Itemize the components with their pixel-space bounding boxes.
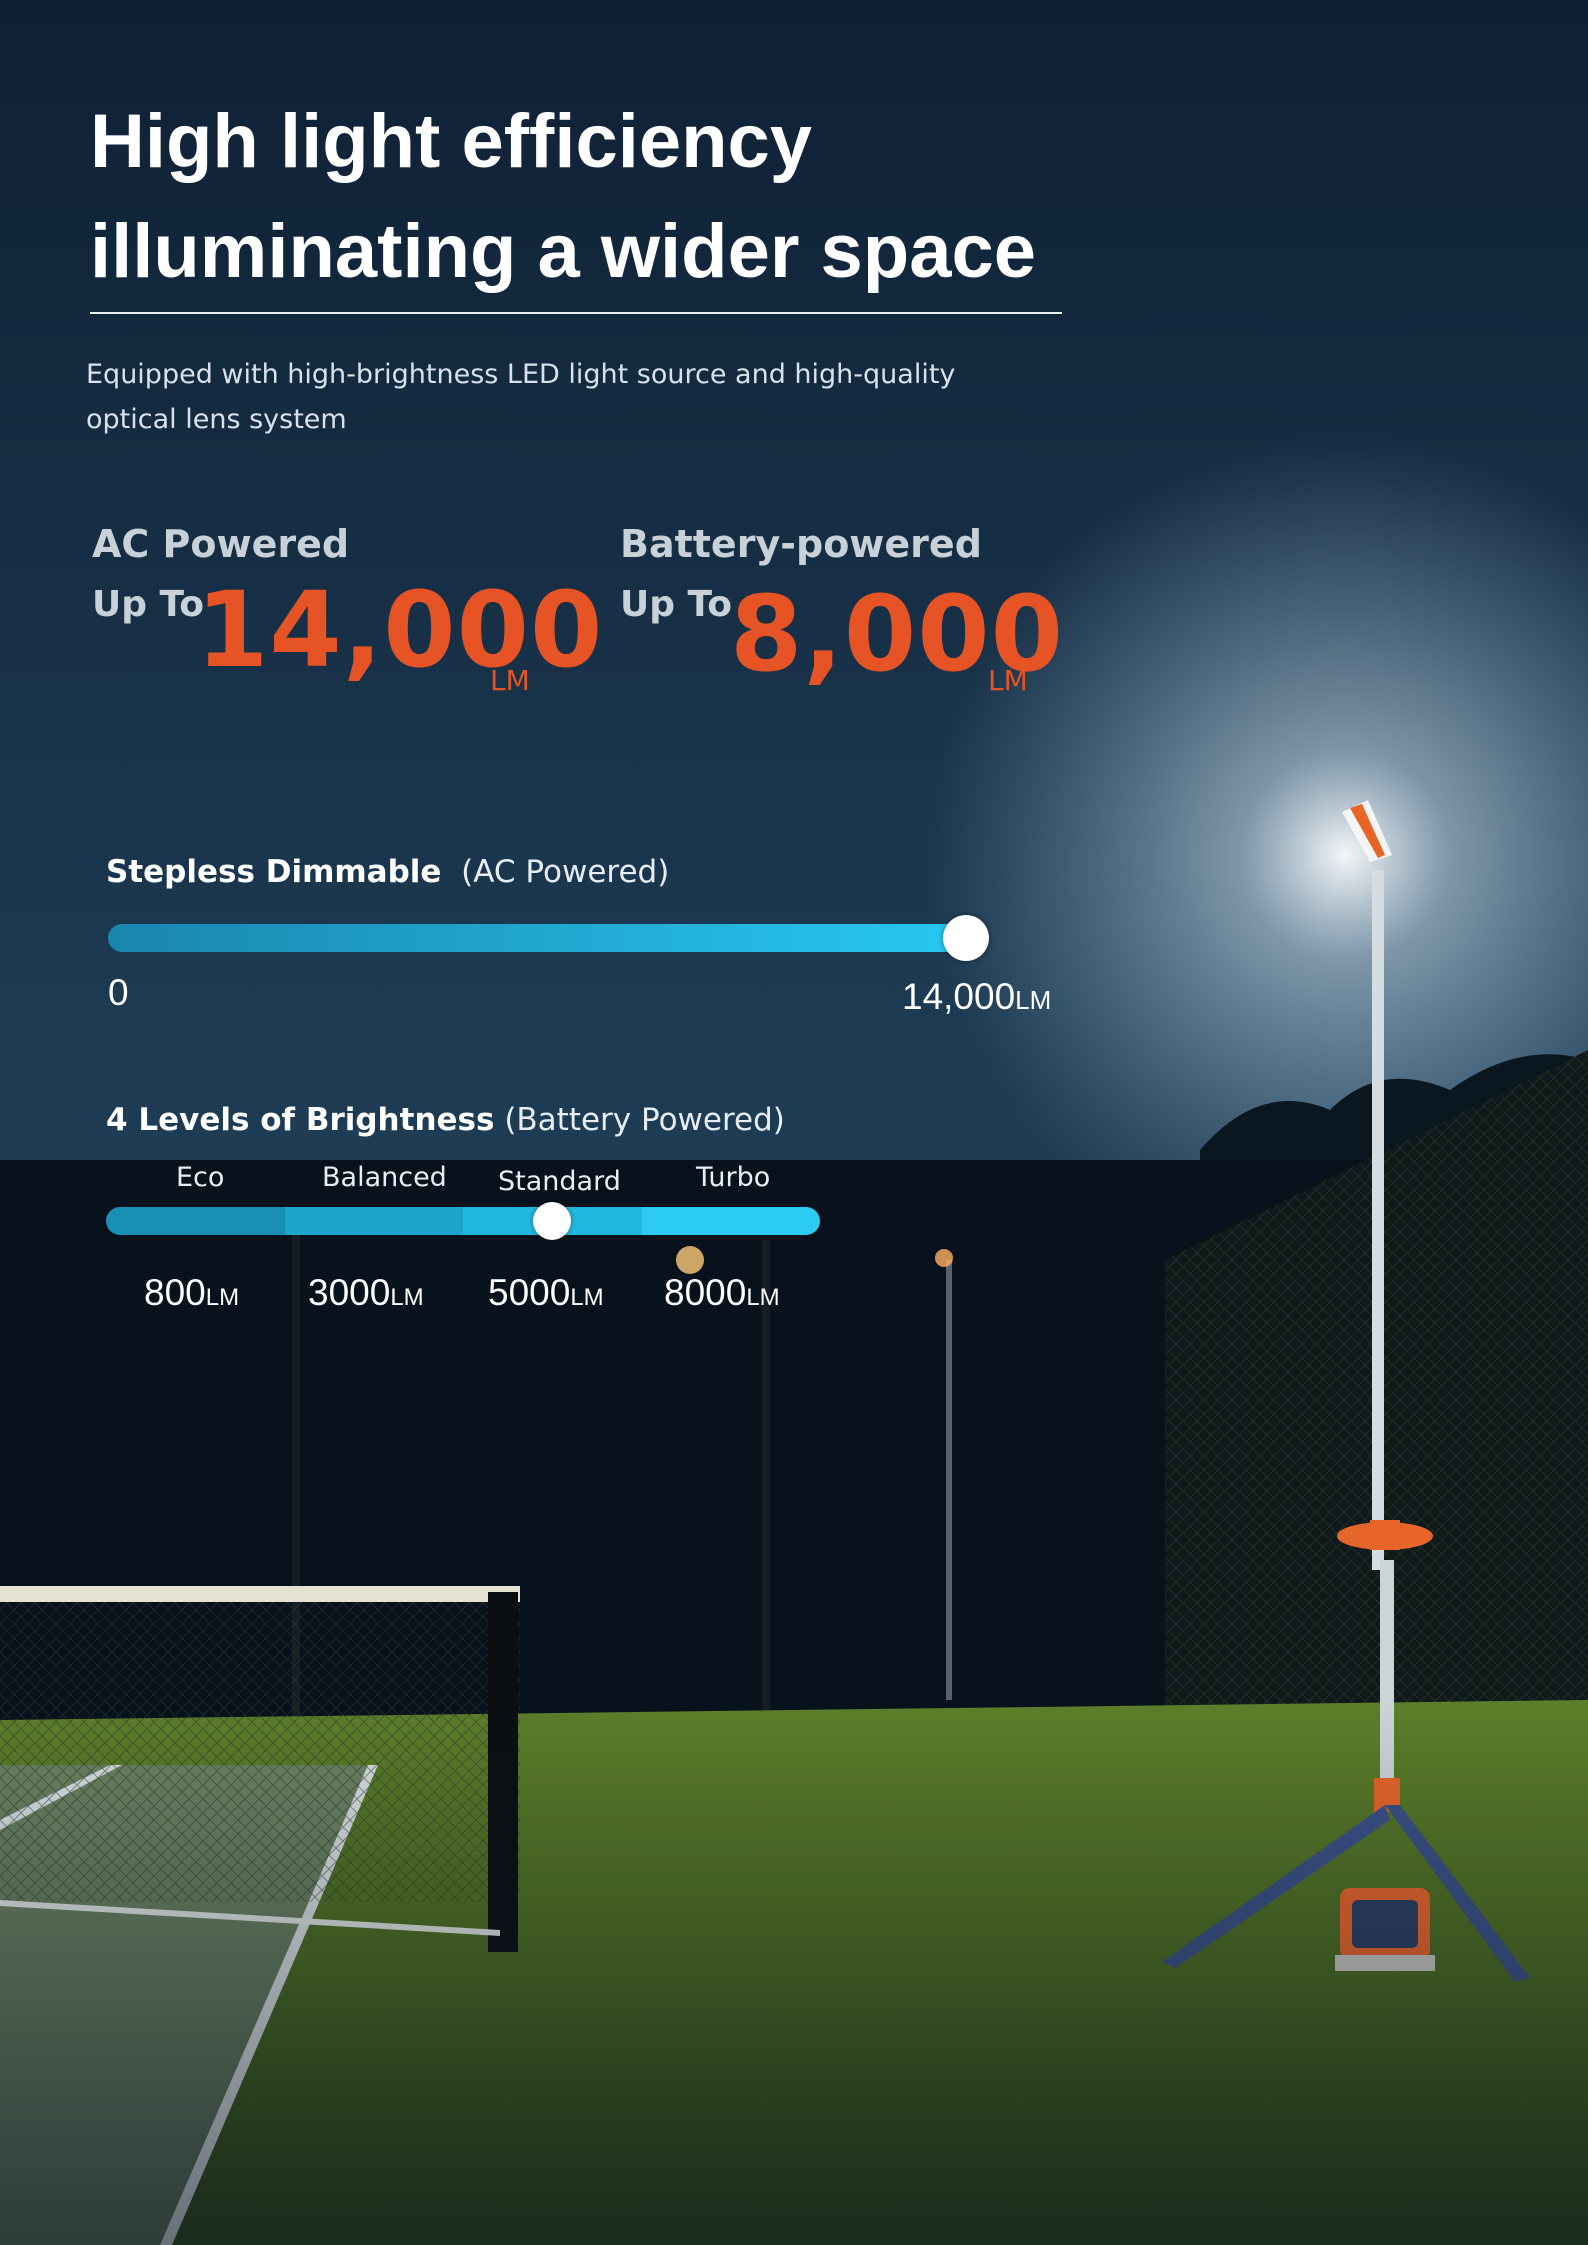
ac-spec-prefix: Up To bbox=[92, 584, 205, 625]
subtitle-line-2: optical lens system bbox=[86, 404, 347, 435]
level-name-eco: Eco bbox=[176, 1162, 225, 1193]
levels-title-note: (Battery Powered) bbox=[504, 1102, 785, 1138]
level-value-turbo-number: 8000 bbox=[664, 1272, 747, 1313]
level-value-standard-number: 5000 bbox=[488, 1272, 571, 1313]
level-value-balanced: 3000LM bbox=[308, 1272, 424, 1314]
headline-line-1: High light efficiency bbox=[90, 99, 813, 184]
ac-spec-label: AC Powered bbox=[92, 522, 350, 566]
stepless-max-unit: LM bbox=[1015, 985, 1052, 1015]
brightness-levels-slider[interactable] bbox=[106, 1207, 820, 1235]
level-value-eco-number: 800 bbox=[144, 1272, 206, 1313]
stepless-title-note: (AC Powered) bbox=[461, 854, 670, 890]
brightness-levels-title: 4 Levels of Brightness (Battery Powered) bbox=[106, 1102, 785, 1138]
level-value-standard-unit: LM bbox=[570, 1284, 604, 1311]
level-segment-balanced[interactable] bbox=[284, 1207, 463, 1235]
level-value-balanced-number: 3000 bbox=[308, 1272, 391, 1313]
battery-spec-label: Battery-powered bbox=[620, 522, 982, 566]
stepless-slider-knob[interactable] bbox=[943, 915, 989, 961]
level-segment-eco[interactable] bbox=[106, 1207, 285, 1235]
ac-spec-unit: LM bbox=[490, 664, 530, 697]
stepless-title-text: Stepless Dimmable bbox=[106, 854, 442, 890]
stepless-dimmable-title: Stepless Dimmable (AC Powered) bbox=[106, 854, 669, 890]
levels-title-text: 4 Levels of Brightness bbox=[106, 1102, 495, 1138]
level-name-balanced: Balanced bbox=[322, 1162, 447, 1193]
level-value-eco: 800LM bbox=[144, 1272, 239, 1314]
level-name-turbo: Turbo bbox=[696, 1162, 771, 1193]
headline-divider bbox=[90, 312, 1062, 314]
stepless-min-label: 0 bbox=[108, 972, 129, 1013]
battery-spec-prefix: Up To bbox=[620, 584, 733, 625]
level-value-turbo-unit: LM bbox=[746, 1284, 780, 1311]
stepless-max-value: 14,000 bbox=[902, 976, 1016, 1017]
level-name-standard: Standard bbox=[498, 1166, 621, 1197]
battery-spec-unit: LM bbox=[988, 664, 1028, 697]
subtitle-line-1: Equipped with high-brightness LED light … bbox=[86, 359, 956, 390]
stepless-slider-track[interactable] bbox=[108, 924, 966, 952]
level-value-eco-unit: LM bbox=[205, 1284, 240, 1311]
level-value-balanced-unit: LM bbox=[390, 1284, 424, 1311]
subtitle: Equipped with high-brightness LED light … bbox=[86, 352, 986, 442]
brightness-levels-knob[interactable] bbox=[533, 1202, 572, 1240]
ac-spec-value: 14,000 bbox=[196, 569, 604, 691]
level-value-standard: 5000LM bbox=[488, 1272, 604, 1314]
level-value-turbo: 8000LM bbox=[664, 1272, 780, 1314]
headline-line-2: illuminating a wider space bbox=[90, 209, 1037, 294]
stepless-max-label: 14,000LM bbox=[902, 976, 1051, 1018]
level-segment-turbo[interactable] bbox=[641, 1207, 820, 1235]
